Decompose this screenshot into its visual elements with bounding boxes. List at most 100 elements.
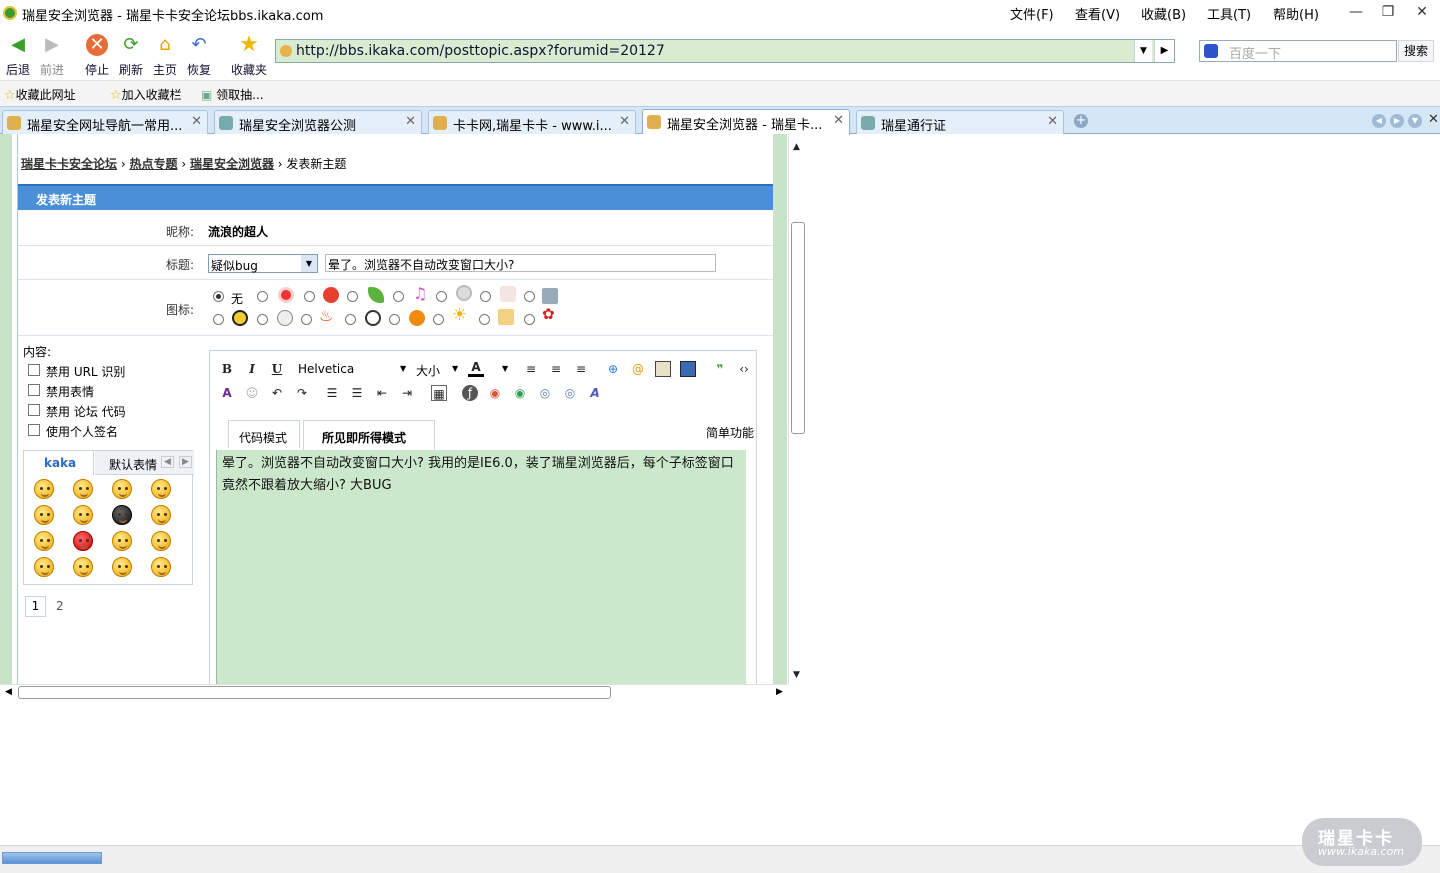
undo-icon[interactable]: ↶ bbox=[269, 385, 285, 401]
tab-scroll-left-icon[interactable]: ◀ bbox=[1372, 114, 1386, 128]
tab-close-icon[interactable]: ✕ bbox=[405, 114, 416, 129]
align-left-icon[interactable]: ≡ bbox=[523, 361, 539, 377]
breadcrumb-forum[interactable]: 瑞星卡卡安全论坛 bbox=[21, 157, 117, 171]
tab-code-mode[interactable]: 代码模式 bbox=[228, 420, 300, 448]
scroll-thumb[interactable] bbox=[18, 686, 611, 699]
icon-radio[interactable] bbox=[524, 291, 535, 302]
search-button[interactable]: 搜索 bbox=[1398, 40, 1434, 62]
chevron-right-icon[interactable]: ▶ bbox=[179, 456, 192, 468]
emoticon-happy[interactable] bbox=[112, 479, 132, 499]
align-right-icon[interactable]: ≡ bbox=[573, 361, 589, 377]
minimize-button[interactable]: — bbox=[1342, 2, 1370, 22]
menu-tools[interactable]: 工具(T) bbox=[1207, 4, 1251, 23]
chevron-down-icon[interactable]: ▼ bbox=[502, 364, 508, 373]
tab-wysiwyg-mode[interactable]: 所见即所得模式 bbox=[303, 420, 435, 450]
tab-list-icon[interactable]: ▼ bbox=[1408, 114, 1422, 128]
fav-item-bookmark[interactable]: ☆收藏此网址 bbox=[4, 86, 76, 103]
icon-radio[interactable] bbox=[347, 291, 358, 302]
emoticon-think[interactable] bbox=[112, 531, 132, 551]
breadcrumb-browser[interactable]: 瑞星安全浏览器 bbox=[190, 157, 274, 171]
emoticon-love[interactable] bbox=[112, 557, 132, 577]
scroll-left-icon[interactable]: ◀ bbox=[5, 687, 12, 697]
subject-input[interactable]: 晕了。浏览器不自动改变窗口大小? bbox=[325, 254, 716, 272]
table-icon[interactable]: ▦ bbox=[431, 385, 447, 401]
close-window-button[interactable]: ✕ bbox=[1408, 2, 1436, 22]
option-disable-url-checkbox[interactable] bbox=[28, 364, 40, 376]
breadcrumb-hot-topics[interactable]: 热点专题 bbox=[129, 157, 177, 171]
icon-radio[interactable] bbox=[213, 314, 224, 325]
vertical-scrollbar[interactable]: ▲ ▼ bbox=[788, 134, 806, 684]
simple-mode-link[interactable]: 简单功能 bbox=[706, 424, 754, 441]
icon-radio[interactable] bbox=[389, 314, 400, 325]
outdent-icon[interactable]: ⇤ bbox=[374, 385, 390, 401]
font-size-select[interactable]: 大小 ▼ bbox=[414, 361, 462, 379]
font-color-icon[interactable]: A bbox=[468, 359, 484, 377]
tab-passport[interactable]: 瑞星通行证 ✕ bbox=[856, 110, 1064, 134]
chevron-left-icon[interactable]: ◀ bbox=[161, 456, 174, 468]
icon-radio[interactable] bbox=[524, 314, 535, 325]
tab-nav[interactable]: 瑞星安全网址导航一常用... ✕ bbox=[2, 110, 208, 134]
media-icon[interactable] bbox=[680, 361, 696, 377]
quote-icon[interactable]: ❞ bbox=[712, 361, 728, 377]
menu-favorites[interactable]: 收藏(B) bbox=[1141, 4, 1186, 23]
underline-icon[interactable]: U bbox=[269, 361, 285, 377]
menu-help[interactable]: 帮助(H) bbox=[1273, 4, 1319, 23]
address-bar[interactable]: http://bbs.ikaka.com/posttopic.aspx?foru… bbox=[275, 39, 1175, 63]
emoticon-grin[interactable] bbox=[34, 505, 54, 525]
editor-content-area[interactable]: 晕了。浏览器不自动改变窗口大小? 我用的是IE6.0，装了瑞星浏览器后，每个子标… bbox=[216, 450, 746, 684]
menu-view[interactable]: 查看(V) bbox=[1075, 4, 1120, 23]
real-player-icon[interactable]: ◉ bbox=[512, 385, 528, 401]
tab-close-all-icon[interactable]: ✕ bbox=[1428, 112, 1439, 127]
emoticon-laugh[interactable] bbox=[34, 531, 54, 551]
font-family-select[interactable]: Helvetica ▼ bbox=[294, 361, 409, 379]
font-style-icon[interactable]: A bbox=[587, 385, 603, 401]
favorites-button[interactable]: ★ 收藏夹 bbox=[228, 34, 270, 78]
icon-radio[interactable] bbox=[433, 314, 444, 325]
fav-item-add[interactable]: ☆加入收藏栏 bbox=[110, 86, 182, 103]
address-dropdown-icon[interactable]: ▼ bbox=[1134, 40, 1152, 62]
tab-close-icon[interactable]: ✕ bbox=[191, 114, 202, 129]
icon-radio[interactable] bbox=[436, 291, 447, 302]
emoticon-tab-default[interactable]: 默认表情 ◀ ▶ bbox=[95, 451, 194, 475]
emoticon-red[interactable] bbox=[73, 531, 93, 551]
indent-icon[interactable]: ⇥ bbox=[399, 385, 415, 401]
tab-kaka[interactable]: 卡卡网,瑞星卡卡 - www.i... ✕ bbox=[428, 110, 636, 134]
search-input[interactable]: 百度一下 bbox=[1199, 40, 1397, 62]
link-icon[interactable]: ⊕ bbox=[605, 361, 621, 377]
tab-close-icon[interactable]: ✕ bbox=[833, 113, 844, 128]
new-tab-plus-icon[interactable]: + bbox=[1074, 114, 1088, 128]
restore-button[interactable]: ↶ 恢复 bbox=[179, 34, 219, 78]
icon-radio-none[interactable] bbox=[213, 291, 224, 302]
unordered-list-icon[interactable]: ☰ bbox=[349, 385, 365, 401]
icon-radio[interactable] bbox=[304, 291, 315, 302]
go-arrow-icon[interactable]: ▶ bbox=[1154, 40, 1174, 62]
fav-item-lottery[interactable]: ▣ 领取抽... bbox=[201, 86, 264, 103]
emoticon-page-1[interactable]: 1 bbox=[25, 596, 46, 617]
emoticon-tab-kaka[interactable]: kaka bbox=[24, 451, 94, 475]
option-disable-smilies-checkbox[interactable] bbox=[28, 384, 40, 396]
tab-scroll-right-icon[interactable]: ▶ bbox=[1390, 114, 1404, 128]
redo-icon[interactable]: ↷ bbox=[294, 385, 310, 401]
remove-format-icon[interactable]: A bbox=[219, 385, 235, 401]
italic-icon[interactable]: I bbox=[244, 361, 260, 377]
emoticon-angry[interactable] bbox=[73, 479, 93, 499]
icon-radio[interactable] bbox=[257, 314, 268, 325]
emoticon-blush[interactable] bbox=[151, 557, 171, 577]
scroll-right-icon[interactable]: ▶ bbox=[776, 687, 783, 697]
menu-file[interactable]: 文件(F) bbox=[1010, 4, 1054, 23]
flash-icon[interactable]: ƒ bbox=[462, 385, 478, 401]
emoticon-sweat[interactable] bbox=[151, 531, 171, 551]
emoticon-shock[interactable] bbox=[151, 505, 171, 525]
scroll-thumb[interactable] bbox=[791, 222, 805, 434]
icon-radio[interactable] bbox=[345, 314, 356, 325]
horizontal-scrollbar[interactable]: ◀ ▶ bbox=[0, 684, 788, 700]
icon-radio[interactable] bbox=[479, 314, 490, 325]
scroll-up-icon[interactable]: ▲ bbox=[793, 142, 800, 152]
hide-content-icon[interactable]: ◎ bbox=[537, 385, 553, 401]
forward-button[interactable]: ▶ 前进 bbox=[32, 34, 72, 78]
align-center-icon[interactable]: ≡ bbox=[548, 361, 564, 377]
emoticon-confused[interactable] bbox=[34, 557, 54, 577]
emoticon-smile[interactable] bbox=[34, 479, 54, 499]
email-icon[interactable]: @ bbox=[630, 361, 646, 377]
icon-radio[interactable] bbox=[257, 291, 268, 302]
